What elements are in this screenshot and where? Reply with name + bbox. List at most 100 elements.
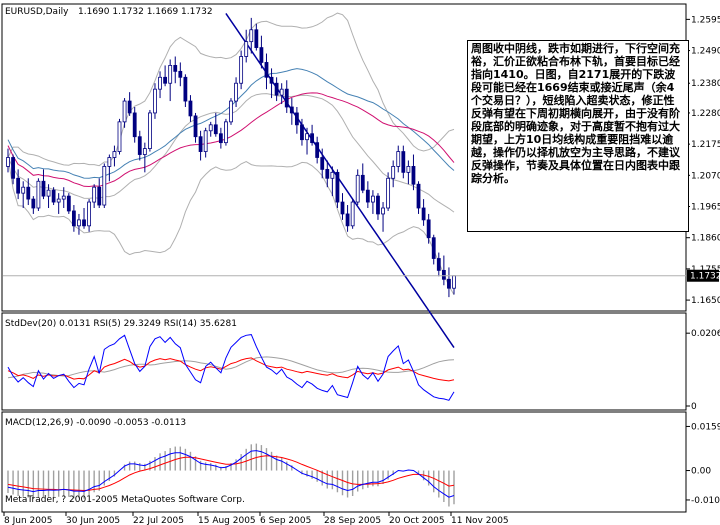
- candle-body: [254, 29, 259, 48]
- candle-body: [431, 237, 436, 259]
- candle-body: [411, 166, 416, 185]
- candle-body: [66, 195, 71, 212]
- candle-body: [289, 106, 294, 114]
- candle-body: [92, 186, 97, 203]
- candle-body: [452, 275, 456, 289]
- candle-body: [208, 124, 213, 132]
- candle-body: [77, 219, 81, 227]
- candle-body: [26, 186, 31, 200]
- candle-body: [117, 121, 122, 152]
- candle-body: [51, 189, 56, 203]
- candle-body: [16, 177, 21, 194]
- candle-body: [31, 198, 36, 209]
- candle-body: [193, 115, 198, 138]
- candle-body: [188, 100, 193, 117]
- candle-body: [127, 100, 132, 114]
- candle-body: [320, 157, 325, 170]
- candle-body: [36, 180, 41, 209]
- candle-body: [198, 136, 203, 152]
- current-price-label: 1.1732: [690, 272, 720, 282]
- candle-body: [376, 195, 380, 215]
- time-tick-label: 30 Jun 2005: [66, 516, 120, 525]
- candle-body: [355, 174, 360, 203]
- price-tick-label: 1.2490: [691, 47, 720, 57]
- price-tick-label: 1.2380: [691, 79, 720, 89]
- price-tick-label: 1.2280: [691, 109, 720, 119]
- candle-body: [153, 88, 157, 114]
- candle-body: [335, 171, 340, 203]
- candle-body: [56, 198, 61, 203]
- candle-body: [426, 219, 431, 239]
- candle-body: [416, 183, 421, 209]
- price-tick-label: 1.1965: [691, 203, 720, 213]
- candle-body: [158, 76, 162, 90]
- candle-body: [224, 121, 228, 144]
- candle-body: [173, 65, 178, 72]
- candle-body: [218, 133, 223, 144]
- candle-body: [183, 76, 188, 102]
- candle-body: [71, 210, 76, 227]
- candle-body: [284, 88, 289, 108]
- stddev-tick-label: 0: [691, 402, 697, 412]
- macd-label: MACD(12,26,9) -0.0090 -0.0053 -0.0113: [5, 418, 186, 428]
- stddev-rsi-label: StdDev(20) 0.0131 RSI(5) 29.3249 RSI(14)…: [5, 319, 237, 329]
- macd-tick-label: 0.00: [691, 467, 711, 477]
- time-tick-label: 6 Sep 2005: [260, 516, 311, 525]
- candle-body: [122, 100, 127, 123]
- candle-body: [381, 207, 385, 215]
- candle-body: [244, 41, 249, 57]
- candle-body: [213, 124, 218, 135]
- candle-body: [239, 56, 244, 84]
- candle-body: [294, 112, 299, 126]
- candle-body: [41, 180, 46, 197]
- candle-body: [371, 195, 375, 203]
- candle-body: [274, 82, 279, 96]
- candle-body: [386, 177, 391, 209]
- candle-body: [137, 136, 142, 155]
- macd-tick-label: 0.0159: [691, 422, 720, 432]
- candle-body: [6, 157, 10, 167]
- time-tick-label: 28 Sep 2005: [324, 516, 381, 525]
- candle-body: [365, 189, 370, 203]
- candle-body: [447, 278, 451, 289]
- candle-body: [340, 201, 345, 215]
- candle-body: [315, 142, 320, 158]
- candle-body: [178, 70, 183, 78]
- candle-body: [229, 100, 233, 123]
- candle-body: [46, 189, 51, 197]
- analysis-note: 周图收中阴线，跌市如期进行，下行空间充裕，汇价正欲粘合布林下轨，首要目标已经指向…: [467, 40, 689, 232]
- candle-body: [97, 186, 102, 206]
- stddev-tick-label: 0.0206: [691, 329, 720, 339]
- candle-body: [310, 133, 314, 144]
- time-tick-label: 11 Nov 2005: [451, 516, 509, 525]
- price-tick-label: 1.1860: [691, 234, 720, 244]
- candle-body: [350, 201, 355, 227]
- candle-body: [112, 151, 117, 158]
- candle-body: [168, 65, 173, 84]
- candle-body: [259, 47, 264, 63]
- candle-body: [421, 207, 426, 221]
- candle-body: [163, 76, 168, 84]
- candle-body: [325, 168, 330, 179]
- price-tick-label: 1.2175: [691, 140, 720, 150]
- candle-body: [249, 29, 254, 43]
- time-tick-label: 8 Jun 2005: [4, 516, 52, 525]
- candle-body: [441, 269, 446, 280]
- candle-body: [360, 174, 365, 191]
- candle-body: [436, 258, 441, 271]
- candle-body: [391, 166, 396, 179]
- candle-body: [234, 82, 238, 102]
- time-tick-label: 20 Oct 2005: [389, 516, 445, 525]
- candle-body: [264, 62, 269, 78]
- price-tick-label: 1.2070: [691, 171, 720, 181]
- macd-tick-label: -0.0106: [691, 496, 720, 506]
- candle-body: [11, 157, 15, 179]
- candle-body: [87, 201, 91, 227]
- candle-body: [300, 124, 304, 141]
- candle-body: [132, 112, 137, 138]
- candle-body: [148, 112, 152, 149]
- price-tick-label: 1.2595: [691, 15, 720, 25]
- ohlc-label: 1.1690 1.1732 1.1669 1.1732: [78, 7, 213, 17]
- candle-body: [345, 213, 350, 227]
- copyright-label: MetaTrader, ? 2001-2005 MetaQuotes Softw…: [5, 495, 245, 505]
